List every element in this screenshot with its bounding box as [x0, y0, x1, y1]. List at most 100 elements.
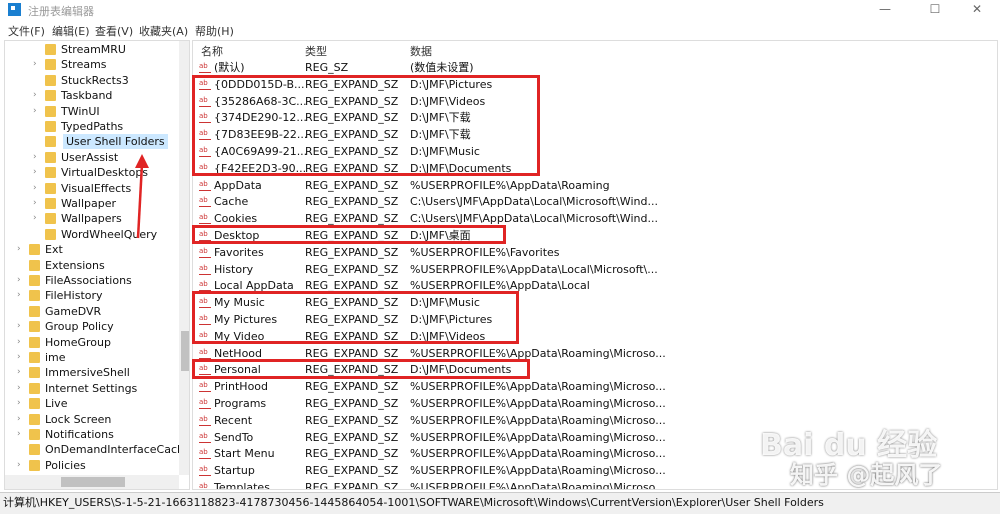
expand-chevron-icon[interactable]: › [33, 104, 41, 119]
maximize-button[interactable]: ☐ [912, 0, 958, 20]
expand-chevron-icon[interactable]: › [17, 412, 25, 427]
tree-item[interactable]: StreamMRU [5, 42, 179, 57]
column-data[interactable]: 数据 [410, 43, 432, 59]
value-data: %USERPROFILE%\Favorites [410, 245, 560, 259]
expand-chevron-icon[interactable]: › [33, 165, 41, 180]
expand-chevron-icon[interactable]: › [17, 319, 25, 334]
highlight-box [192, 291, 519, 344]
expand-chevron-icon[interactable]: › [33, 181, 41, 196]
expand-chevron-icon[interactable]: › [17, 365, 25, 380]
tree-item-label: StreamMRU [61, 43, 126, 56]
tree-item[interactable]: TypedPaths [5, 119, 179, 134]
tree-item[interactable]: › FileAssociations [5, 273, 179, 288]
tree-item[interactable]: › Group Policy [5, 319, 179, 334]
tree-item-label: Extensions [45, 258, 105, 272]
expand-chevron-icon[interactable]: › [17, 458, 25, 473]
value-type: REG_EXPAND_SZ [305, 464, 399, 478]
expand-chevron-icon[interactable]: › [17, 242, 25, 257]
folder-icon [45, 105, 56, 117]
tree-item[interactable]: › Taskband [5, 88, 179, 103]
expand-chevron-icon[interactable]: › [33, 88, 41, 103]
annotation-arrow [135, 154, 149, 239]
key-tree[interactable]: StreamMRU › Streams StuckRects3 › Taskband › TW… [4, 40, 190, 490]
tree-item[interactable]: › TWinUI [5, 104, 179, 119]
value-row[interactable]: ab Programs REG_EXPAND_SZ %USERPROFILE%\App… [193, 395, 993, 412]
column-type[interactable]: 类型 [305, 43, 327, 59]
scroll-thumb[interactable] [181, 331, 189, 371]
tree-item[interactable]: › ime [5, 350, 179, 365]
folder-icon [29, 398, 40, 410]
menu-edit[interactable]: 编辑(E) [52, 23, 90, 39]
expand-chevron-icon[interactable]: › [17, 335, 25, 350]
expand-chevron-icon[interactable]: › [17, 381, 25, 396]
folder-icon [29, 336, 40, 348]
tree-item[interactable]: › Live [5, 396, 179, 411]
tree-item[interactable]: OnDemandInterfaceCache [5, 442, 189, 457]
expand-chevron-icon[interactable]: › [17, 396, 25, 411]
highlight-box [192, 225, 506, 244]
string-value-icon: ab [199, 180, 211, 191]
tree-item[interactable]: › HomeGroup [5, 335, 179, 350]
expand-chevron-icon[interactable]: › [33, 196, 41, 211]
value-name: PrintHood [214, 380, 269, 394]
value-data: %USERPROFILE%\AppData\Roaming\Microso... [410, 397, 666, 410]
value-type: REG_SZ [305, 61, 349, 74]
folder-icon [29, 444, 40, 456]
highlight-box [192, 75, 540, 176]
tree-item-label: Taskband [61, 89, 113, 103]
tree-item[interactable]: Extensions [5, 258, 179, 273]
tree-item-label: User Shell Folders [63, 134, 168, 150]
string-value-icon: ab [199, 196, 211, 208]
folder-icon [29, 321, 40, 333]
value-row[interactable]: ab (默认) REG_SZ (数值未设置) [193, 59, 993, 76]
scroll-thumb[interactable] [61, 477, 125, 487]
folder-icon [45, 44, 56, 55]
value-row[interactable]: ab History REG_EXPAND_SZ %USERPROFILE%\AppD… [193, 261, 993, 278]
tree-item-label: TWinUI [61, 104, 100, 118]
tree-item[interactable]: › Streams [5, 57, 179, 72]
value-name: Programs [214, 397, 267, 410]
value-type: REG_EXPAND_SZ [305, 430, 399, 444]
expand-chevron-icon[interactable]: › [17, 288, 25, 303]
tree-horizontal-scrollbar[interactable] [5, 475, 179, 489]
value-row[interactable]: ab Cache REG_EXPAND_SZ C:\Users\JMF\AppData… [193, 193, 993, 210]
value-type: REG_EXPAND_SZ [305, 413, 399, 427]
column-name[interactable]: 名称 [201, 43, 223, 59]
string-value-icon: ab [199, 448, 211, 460]
tree-vertical-scrollbar[interactable] [179, 41, 189, 475]
folder-icon [29, 244, 40, 256]
menu-file[interactable]: 文件(F) [8, 23, 45, 39]
string-value-icon: ab [199, 465, 211, 477]
expand-chevron-icon[interactable]: › [17, 350, 25, 365]
expand-chevron-icon[interactable]: › [17, 273, 25, 288]
expand-chevron-icon[interactable]: › [33, 150, 41, 165]
menu-view[interactable]: 查看(V) [95, 23, 133, 39]
tree-item-label: Internet Settings [45, 381, 138, 395]
minimize-button[interactable]: — [862, 0, 908, 20]
tree-item[interactable]: › Internet Settings [5, 381, 179, 396]
tree-item[interactable]: GameDVR [5, 304, 179, 319]
value-type: REG_EXPAND_SZ [305, 245, 399, 259]
tree-item[interactable]: User Shell Folders [5, 134, 179, 150]
tree-item[interactable]: › Policies [5, 458, 179, 473]
close-button[interactable]: ✕ [954, 0, 1000, 20]
tree-item[interactable]: › Lock Screen [5, 412, 179, 427]
tree-item[interactable]: › FileHistory [5, 288, 179, 303]
folder-icon [29, 429, 40, 440]
expand-chevron-icon[interactable]: › [33, 211, 41, 226]
expand-chevron-icon[interactable]: › [17, 427, 25, 442]
string-value-icon: ab [199, 213, 211, 225]
value-row[interactable]: ab AppData REG_EXPAND_SZ %USERPROFILE%\AppD… [193, 177, 993, 194]
folder-icon [29, 290, 40, 302]
tree-item[interactable]: › Notifications [5, 427, 179, 442]
folder-icon [45, 151, 56, 163]
value-name: AppData [214, 178, 262, 192]
tree-item[interactable]: StuckRects3 [5, 73, 179, 88]
expand-chevron-icon[interactable]: › [33, 57, 41, 72]
tree-item[interactable]: › ImmersiveShell [5, 365, 179, 380]
menu-help[interactable]: 帮助(H) [195, 23, 234, 39]
menu-favorites[interactable]: 收藏夹(A) [139, 23, 188, 39]
window-title: 注册表编辑器 [28, 5, 94, 18]
value-row[interactable]: ab PrintHood REG_EXPAND_SZ %USERPROFILE%\Ap… [193, 378, 993, 395]
value-row[interactable]: ab Favorites REG_EXPAND_SZ %USERPROFILE%\Fa… [193, 244, 993, 261]
